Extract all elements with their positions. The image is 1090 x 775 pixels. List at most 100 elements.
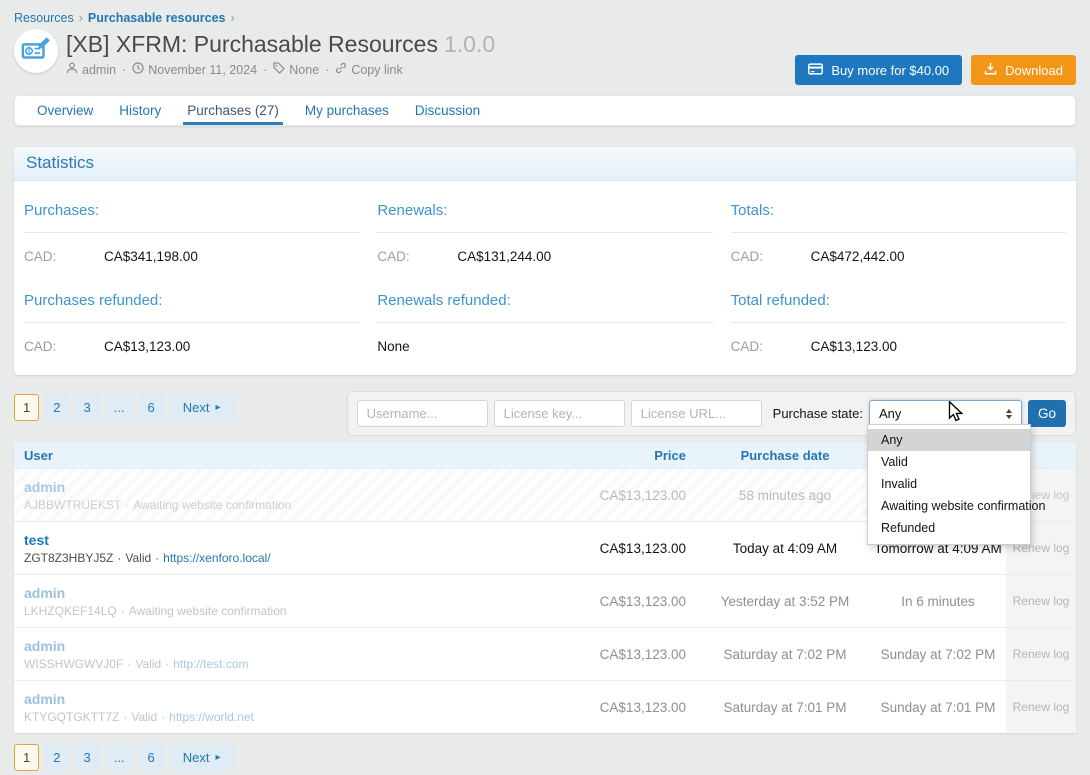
dropdown-option-refunded[interactable]: Refunded [868, 517, 1030, 539]
stat-value: CA$131,244.00 [457, 249, 551, 264]
info-separator: · [123, 710, 127, 724]
stat-purchases: Purchases: CAD:CA$341,198.00 [24, 185, 359, 275]
purchase-status: Valid [131, 710, 157, 724]
resource-title-text: [XB] XFRM: Purchasable Resources [66, 31, 438, 57]
purchase-status: Awaiting website confirmation [133, 498, 291, 512]
username-link[interactable]: admin [24, 691, 65, 707]
resource-version: 1.0.0 [444, 31, 495, 57]
tab-discussion[interactable]: Discussion [402, 96, 493, 125]
stat-currency-label: CAD: [731, 339, 811, 354]
purchase-state-label: Purchase state: [773, 406, 863, 421]
breadcrumb-resources[interactable]: Resources [14, 11, 74, 25]
tab-overview[interactable]: Overview [24, 96, 106, 125]
money-check-pencil-icon [21, 35, 51, 68]
stat-currency-label: CAD: [24, 339, 104, 354]
expiry-cell: In 6 minutes [870, 594, 1006, 609]
pagination-bottom: 1 2 3 ... 6 Next ▸ [14, 741, 1076, 771]
purchase-state-select[interactable]: Any [869, 400, 1022, 427]
username-link[interactable]: admin [24, 585, 65, 601]
meta-separator: · [263, 63, 267, 77]
stat-value: None [377, 339, 409, 354]
dropdown-option-awaiting[interactable]: Awaiting website confirmation [868, 495, 1030, 517]
tab-purchases[interactable]: Purchases (27) [174, 96, 292, 125]
statistics-header: Statistics [14, 147, 1076, 181]
username-link[interactable]: admin [24, 638, 65, 654]
stat-title: Purchases refunded: [24, 292, 359, 309]
dropdown-option-invalid[interactable]: Invalid [868, 473, 1030, 495]
column-header-price[interactable]: Price [560, 448, 700, 463]
renew-log-link[interactable]: Renew log [1013, 594, 1070, 608]
purchase-date-cell: Saturday at 7:01 PM [700, 700, 870, 715]
clock-icon [132, 62, 148, 77]
info-separator: · [165, 657, 169, 671]
page-button-2[interactable]: 2 [44, 744, 69, 771]
next-arrow-icon: ▸ [216, 752, 221, 763]
column-header-user[interactable]: User [14, 448, 560, 463]
dropdown-option-valid[interactable]: Valid [868, 451, 1030, 473]
purchase-date-cell: Saturday at 7:02 PM [700, 647, 870, 662]
tab-bar: Overview History Purchases (27) My purch… [14, 95, 1076, 126]
buy-more-button[interactable]: Buy more for $40.00 [795, 55, 962, 85]
page-button-ellipsis[interactable]: ... [105, 394, 134, 421]
page-button-1[interactable]: 1 [14, 394, 39, 421]
license-info: LKHZQKEF14LQ·Awaiting website confirmati… [24, 604, 550, 618]
info-separator: · [121, 604, 125, 618]
next-label: Next [183, 750, 210, 765]
next-page-button[interactable]: Next ▸ [169, 744, 235, 771]
stat-title: Renewals refunded: [377, 292, 712, 309]
download-button[interactable]: Download [971, 55, 1076, 85]
stat-currency-label: CAD: [24, 249, 104, 264]
license-info: KTYGQTGKTT7Z·Valid·https://world.net [24, 710, 550, 724]
author-name: admin [82, 63, 116, 77]
stat-value: CA$472,442.00 [811, 249, 905, 264]
go-button[interactable]: Go [1028, 400, 1066, 427]
renew-log-link[interactable]: Renew log [1013, 647, 1070, 661]
select-spinner-icon [1006, 409, 1012, 419]
dropdown-option-any[interactable]: Any [868, 429, 1030, 451]
page: Resources›Purchasable resources› [ [0, 0, 1090, 775]
username-filter-input[interactable] [357, 400, 488, 427]
tag-icon [273, 62, 289, 77]
license-key: WISSHWGWVJ0F [24, 657, 123, 671]
copy-link-button[interactable]: Copy link [335, 62, 402, 77]
credit-card-icon [808, 63, 823, 78]
stat-renewals: Renewals: CAD:CA$131,244.00 [377, 185, 712, 275]
link-icon [335, 62, 351, 77]
page-button-3[interactable]: 3 [74, 394, 99, 421]
resource-header: [XB] XFRM: Purchasable Resources1.0.0 ad… [0, 27, 1090, 89]
tab-my-purchases[interactable]: My purchases [292, 96, 402, 125]
license-url-link[interactable]: http://test.com [173, 657, 248, 671]
page-title: [XB] XFRM: Purchasable Resources1.0.0 [66, 31, 1076, 57]
page-button-6[interactable]: 6 [139, 744, 164, 771]
breadcrumb-purchasable-resources[interactable]: Purchasable resources [88, 11, 226, 25]
page-button-ellipsis[interactable]: ... [105, 744, 134, 771]
page-button-2[interactable]: 2 [44, 394, 69, 421]
user-icon [66, 62, 82, 77]
license-url-link[interactable]: https://world.net [169, 710, 254, 724]
resource-tags: None [289, 63, 319, 77]
stat-value: CA$13,123.00 [104, 339, 190, 354]
stat-purchases-refunded: Purchases refunded: CAD:CA$13,123.00 [24, 275, 359, 365]
page-button-1[interactable]: 1 [14, 744, 39, 771]
renew-log-link[interactable]: Renew log [1013, 700, 1070, 714]
license-key: KTYGQTGKTT7Z [24, 710, 119, 724]
info-separator: · [155, 551, 159, 565]
license-url-link[interactable]: https://xenforo.local/ [163, 551, 270, 565]
tab-history[interactable]: History [106, 96, 174, 125]
username-link[interactable]: test [24, 532, 49, 548]
table-row: admin LKHZQKEF14LQ·Awaiting website conf… [14, 574, 1076, 627]
copy-link-label: Copy link [351, 63, 402, 77]
username-link[interactable]: admin [24, 479, 65, 495]
column-header-purchase-date[interactable]: Purchase date [700, 448, 870, 463]
stat-currency-label: CAD: [377, 249, 457, 264]
license-key: LKHZQKEF14LQ [24, 604, 117, 618]
price-cell: CA$13,123.00 [560, 700, 700, 715]
stat-title: Totals: [731, 202, 1066, 219]
next-page-button[interactable]: Next▸ [169, 394, 235, 421]
page-button-6[interactable]: 6 [139, 394, 164, 421]
price-cell: CA$13,123.00 [560, 541, 700, 556]
license-url-filter-input[interactable] [631, 400, 762, 427]
license-key-filter-input[interactable] [494, 400, 625, 427]
purchase-date-cell: Yesterday at 3:52 PM [700, 594, 870, 609]
page-button-3[interactable]: 3 [74, 744, 99, 771]
